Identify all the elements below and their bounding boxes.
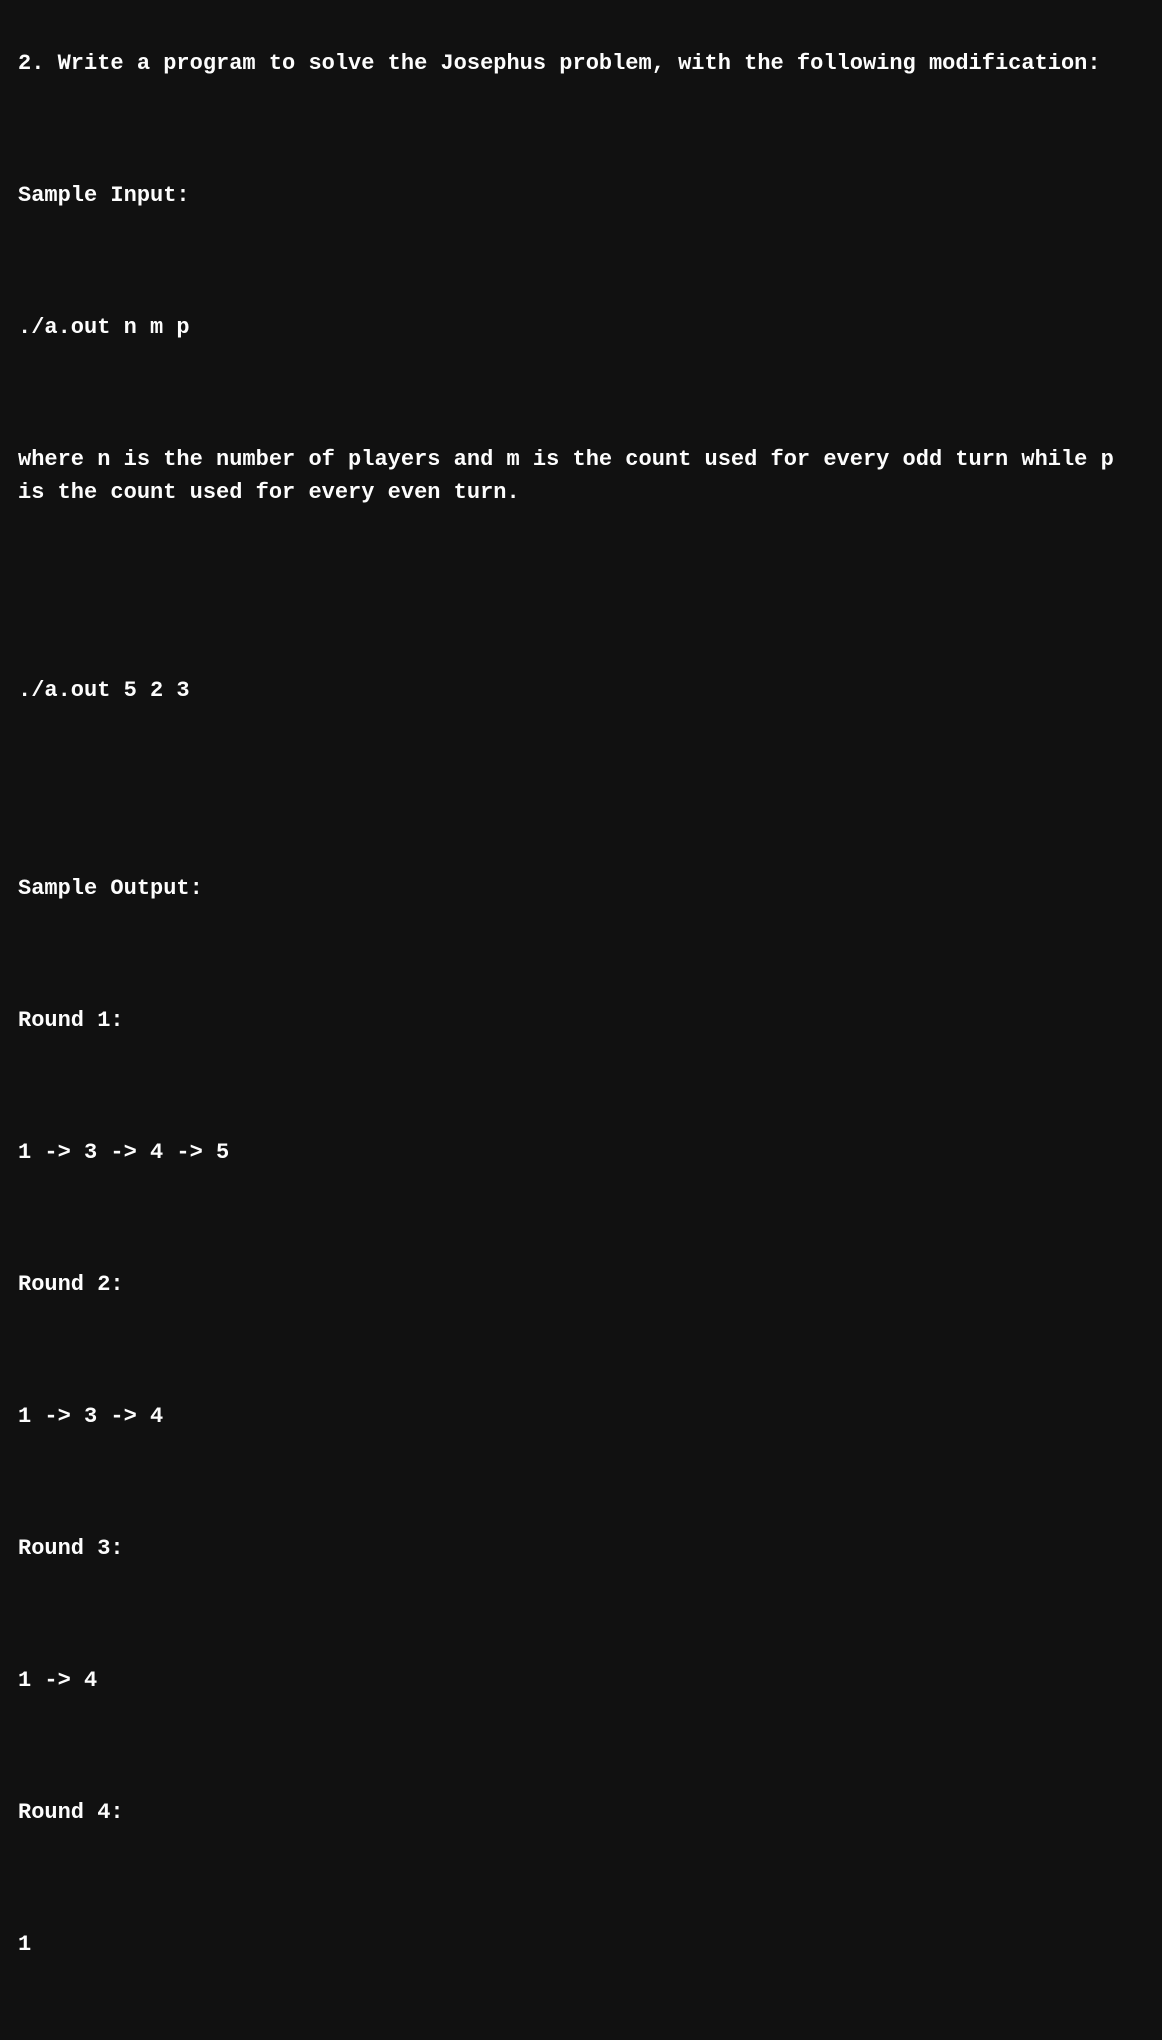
- line-11: [18, 806, 1144, 839]
- line-0: 2. Write a program to solve the Josephus…: [18, 47, 1144, 80]
- line-5: [18, 377, 1144, 410]
- line-2: Sample Input:: [18, 179, 1144, 212]
- line-29: [18, 1994, 1144, 2027]
- line-4: ./a.out n m p: [18, 311, 1144, 344]
- line-13: [18, 938, 1144, 971]
- line-15: [18, 1070, 1144, 1103]
- line-1: [18, 113, 1144, 146]
- line-10: [18, 740, 1144, 773]
- line-12: Sample Output:: [18, 872, 1144, 905]
- line-22: Round 3:: [18, 1532, 1144, 1565]
- line-21: [18, 1466, 1144, 1499]
- line-27: [18, 1862, 1144, 1895]
- line-24: 1 -> 4: [18, 1664, 1144, 1697]
- line-23: [18, 1598, 1144, 1631]
- line-17: [18, 1202, 1144, 1235]
- line-25: [18, 1730, 1144, 1763]
- line-18: Round 2:: [18, 1268, 1144, 1301]
- problem-statement: 2. Write a program to solve the Josephus…: [18, 14, 1144, 2040]
- line-9: ./a.out 5 2 3: [18, 674, 1144, 707]
- line-8: [18, 608, 1144, 641]
- line-26: Round 4:: [18, 1796, 1144, 1829]
- line-14: Round 1:: [18, 1004, 1144, 1037]
- line-16: 1 -> 3 -> 4 -> 5: [18, 1136, 1144, 1169]
- line-28: 1: [18, 1928, 1144, 1961]
- line-3: [18, 245, 1144, 278]
- line-6: where n is the number of players and m i…: [18, 443, 1144, 509]
- line-7: [18, 542, 1144, 575]
- line-19: [18, 1334, 1144, 1367]
- line-20: 1 -> 3 -> 4: [18, 1400, 1144, 1433]
